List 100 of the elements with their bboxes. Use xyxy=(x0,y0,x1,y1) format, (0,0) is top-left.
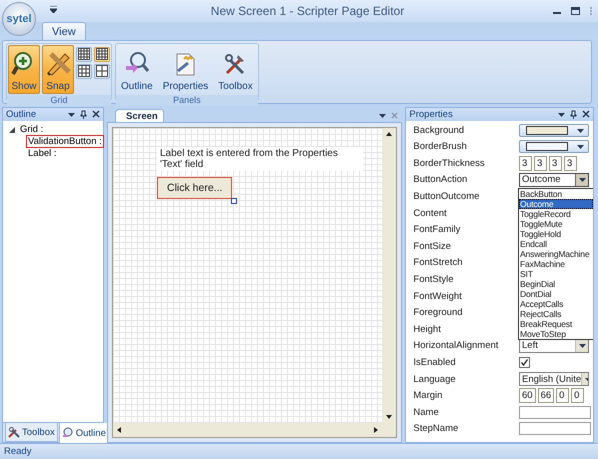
text-field[interactable] xyxy=(519,406,591,419)
panel-tab[interactable]: Toolbox xyxy=(5,423,58,442)
ribbon-button[interactable]: Show xyxy=(8,44,40,94)
expander-icon[interactable] xyxy=(9,126,15,133)
property-name: HorizontalAlignment xyxy=(413,340,498,352)
number-field[interactable]: 3 xyxy=(519,156,532,171)
tree-item[interactable]: ValidationButton : xyxy=(26,135,104,148)
group-label: Panels xyxy=(116,94,258,106)
window-title: New Screen 1 - Scripter Page Editor xyxy=(210,4,406,18)
dropdown-icon[interactable] xyxy=(379,112,386,118)
dropdown-option[interactable]: ToggleRecord xyxy=(519,208,593,219)
magnifier-icon xyxy=(62,427,74,440)
status-text: Ready xyxy=(4,446,32,458)
resize-handle[interactable] xyxy=(231,198,238,204)
dropdown-icon[interactable] xyxy=(577,144,584,150)
dropdown-option[interactable]: RejectCalls xyxy=(519,308,593,319)
ribbon-button[interactable]: Toolbox xyxy=(214,44,257,94)
dropdown-icon[interactable] xyxy=(578,177,586,182)
grid-toggle-button[interactable] xyxy=(94,64,110,79)
property-name: Foreground xyxy=(413,307,463,318)
vertical-scrollbar[interactable] xyxy=(382,128,396,424)
canvas-label[interactable]: Label text is entered from the Properties 'Text' field xyxy=(157,146,363,171)
color-picker[interactable] xyxy=(519,124,589,137)
ribbon-tab[interactable]: View xyxy=(42,22,86,40)
dropdown-field[interactable]: Left xyxy=(519,338,589,353)
dropdown-option[interactable]: AcceptCalls xyxy=(519,298,593,309)
property-name: FontStyle xyxy=(413,274,454,286)
tree-item[interactable]: Label : xyxy=(26,147,59,160)
panel-title: Outline xyxy=(6,108,36,120)
maximize-icon[interactable] xyxy=(571,7,580,15)
canvas-button[interactable]: Click here... xyxy=(157,176,232,199)
check-icon xyxy=(521,359,528,366)
grid-icon xyxy=(96,48,108,60)
property-name: ButtonOutcome xyxy=(413,191,480,202)
number-field[interactable]: 0 xyxy=(556,388,570,404)
dropdown-option[interactable]: BeginDial xyxy=(519,278,593,289)
property-name: Name xyxy=(413,406,439,418)
number-field[interactable]: 0 xyxy=(571,388,584,404)
dropdown-option[interactable]: Endcall xyxy=(519,238,593,249)
dropdown-icon[interactable] xyxy=(558,112,565,117)
grid-icon xyxy=(78,65,90,78)
dropdown-option[interactable]: FaxMachine xyxy=(519,258,593,269)
document-tab[interactable]: Screen xyxy=(115,108,164,122)
number-field[interactable]: 3 xyxy=(534,156,547,171)
dropdown-option[interactable]: ToggleHold xyxy=(519,228,593,239)
horizontal-scrollbar[interactable] xyxy=(113,423,382,438)
dropdown-value: Outcome xyxy=(522,174,561,186)
dropdown-value: English (Unite xyxy=(522,374,582,385)
property-name: Content xyxy=(413,208,447,219)
checkbox[interactable] xyxy=(519,357,530,368)
property-name: BorderThickness xyxy=(413,158,485,169)
grid-toggle-button[interactable] xyxy=(76,46,92,62)
app-logo[interactable]: sytel xyxy=(2,2,36,36)
grid-icon xyxy=(96,65,108,78)
panel-title: Properties xyxy=(409,108,453,120)
property-name: Background xyxy=(413,124,464,136)
dropdown-option[interactable]: DontDial xyxy=(519,288,593,299)
dropdown-icon[interactable] xyxy=(577,128,584,133)
group-label: Grid xyxy=(7,94,111,106)
property-name: Margin xyxy=(413,390,442,402)
property-name: IsEnabled xyxy=(413,357,456,368)
property-name: FontFamily xyxy=(413,224,460,236)
pin-icon[interactable] xyxy=(80,110,87,119)
dropdown-option[interactable]: Outcome xyxy=(519,198,593,209)
dropdown-field[interactable]: English (Unite xyxy=(519,372,589,386)
property-name: Language xyxy=(413,374,456,385)
number-field[interactable]: 3 xyxy=(564,156,577,171)
dropdown-option[interactable]: SIT xyxy=(519,268,593,279)
property-name: StepName xyxy=(413,423,458,434)
property-name: ButtonAction xyxy=(413,174,468,186)
property-name: FontSize xyxy=(413,240,451,252)
panel-tab[interactable]: Outline xyxy=(58,423,109,444)
ribbon-button[interactable]: Properties xyxy=(158,44,212,94)
number-field[interactable]: 3 xyxy=(549,156,562,171)
dropdown-option[interactable]: ToggleMute xyxy=(519,218,593,229)
ribbon-button[interactable]: Outline xyxy=(117,44,157,94)
number-field[interactable]: 66 xyxy=(538,388,554,404)
property-name: BorderBrush xyxy=(413,141,467,152)
number-field[interactable]: 60 xyxy=(519,388,536,404)
dropdown-option[interactable]: BackButton xyxy=(519,188,593,199)
pin-icon[interactable] xyxy=(570,110,577,119)
dropdown-option[interactable]: AnsweringMachine xyxy=(519,248,593,259)
dropdown-icon[interactable] xyxy=(578,343,586,348)
grid-toggle-button[interactable] xyxy=(94,46,110,62)
grid-toggle-button[interactable] xyxy=(76,64,92,79)
color-picker[interactable] xyxy=(519,140,589,154)
text-field[interactable] xyxy=(519,422,591,436)
customize-icon[interactable] xyxy=(50,6,57,13)
grid-icon xyxy=(78,48,90,60)
property-name: FontWeight xyxy=(413,290,462,302)
tree-item[interactable]: Grid : xyxy=(18,123,46,136)
dropdown-option[interactable]: BreakRequest xyxy=(519,318,593,329)
ribbon-button[interactable]: Snap xyxy=(42,44,74,94)
pencil-ruler-icon xyxy=(45,50,71,77)
dropdown-option[interactable]: MoveToStep xyxy=(519,328,593,339)
property-name: FontStretch xyxy=(413,257,462,268)
dropdown-field[interactable]: Outcome xyxy=(519,172,589,187)
property-name: Height xyxy=(413,324,441,335)
dropdown-icon[interactable] xyxy=(68,112,75,117)
hammer-wrench-icon xyxy=(8,426,20,438)
